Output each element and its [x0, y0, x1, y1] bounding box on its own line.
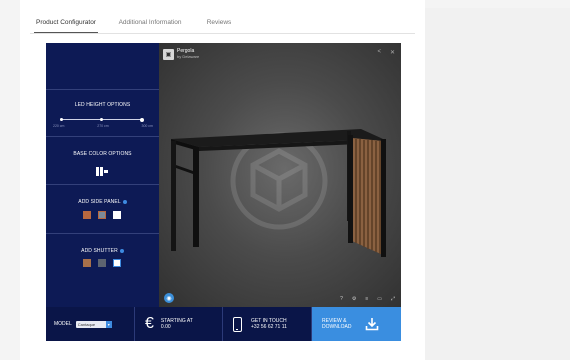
led-height-panel: LED HEIGHT OPTIONS 220 cm 270 cm 300 cm [46, 89, 159, 136]
chevron-down-icon: ▾ [105, 320, 112, 328]
shutter-options: ADD SHUTTER [46, 233, 159, 307]
side-panel-swatch-white[interactable] [113, 211, 121, 219]
euro-icon: € [145, 315, 154, 332]
review-label-line2: DOWNLOAD [322, 324, 352, 330]
right-sidebar [425, 8, 570, 360]
shutter-swatch-wood[interactable] [83, 259, 91, 267]
side-panel-swatch-wood[interactable] [83, 211, 91, 219]
shutter-swatch-grey[interactable] [98, 259, 106, 267]
model-section: MODEL Cantaque ▾ [46, 307, 135, 341]
tab-reviews[interactable]: Reviews [202, 12, 236, 33]
model-select[interactable]: Cantaque ▾ [75, 320, 112, 328]
model-thumbnail: ▣ [163, 48, 174, 60]
slider-stop-2[interactable] [100, 118, 103, 121]
viewer-logo-icon[interactable]: ◉ [164, 293, 174, 303]
product-tabs: Product Configurator Additional Informat… [30, 12, 415, 34]
price-value: 0.00 [160, 324, 171, 330]
led-height-slider[interactable] [60, 117, 144, 122]
bottom-bar: MODEL Cantaque ▾ € STARTING AT 0.00 GET [46, 307, 401, 341]
review-download-button[interactable]: REVIEW & DOWNLOAD [312, 307, 401, 341]
slider-label-2: 270 cm [97, 124, 109, 128]
base-color-icon[interactable] [96, 163, 108, 176]
vr-icon[interactable]: ▭ [377, 296, 382, 302]
slider-handle[interactable] [140, 117, 144, 122]
slider-stop-1[interactable] [60, 118, 63, 121]
help-icon[interactable]: ? [340, 296, 343, 302]
share-icon[interactable]: < [377, 49, 381, 56]
product-page: Product Configurator Additional Informat… [20, 0, 425, 360]
price-section: € STARTING AT 0.00 [135, 307, 223, 341]
info-icon[interactable] [119, 248, 124, 253]
download-icon [366, 318, 379, 331]
shutter-title-row: ADD SHUTTER [46, 248, 159, 254]
close-icon[interactable]: ✕ [390, 49, 395, 56]
info-icon[interactable] [122, 199, 127, 204]
base-color-title: BASE COLOR OPTIONS [73, 151, 132, 157]
phone-icon [233, 316, 242, 332]
slider-label-3: 300 cm [141, 124, 153, 128]
side-panel-title-row: ADD SIDE PANEL [46, 199, 159, 205]
slider-labels: 220 cm 270 cm 300 cm [53, 124, 153, 128]
side-panel-swatch-grey[interactable] [98, 211, 106, 219]
contact-phone: +32 56 62 71 11 [251, 324, 287, 330]
tab-product-configurator[interactable]: Product Configurator [34, 12, 98, 33]
layers-icon[interactable]: ≡ [365, 296, 368, 302]
pergola-render [171, 129, 386, 257]
viewer-subtitle: by Delaware [177, 53, 200, 59]
side-panel-title: ADD SIDE PANEL [78, 199, 121, 205]
price-block: STARTING AT 0.00 [161, 318, 193, 330]
viewer-top-icons: < ✕ [377, 49, 395, 56]
contact-block: GET IN TOUCH +32 56 62 71 11 [251, 318, 287, 330]
fullscreen-icon[interactable]: ⤢ [391, 296, 395, 302]
tab-additional-information[interactable]: Additional Information [114, 12, 186, 33]
slider-label-1: 220 cm [53, 124, 65, 128]
review-block: REVIEW & DOWNLOAD [322, 318, 351, 330]
viewer-header: ▣ Pergola by Delaware [163, 47, 199, 61]
model-label: MODEL [54, 321, 72, 327]
shutter-swatch-white[interactable] [113, 259, 121, 267]
viewer-titles: Pergola by Delaware [177, 49, 199, 59]
led-height-title: LED HEIGHT OPTIONS [74, 102, 131, 108]
settings-icon[interactable]: ⚙ [352, 296, 356, 302]
product-configurator: LED HEIGHT OPTIONS 220 cm 270 cm 300 cm … [46, 43, 401, 341]
base-color-panel: BASE COLOR OPTIONS [46, 136, 159, 184]
model-value: Cantaque [77, 321, 96, 327]
shutter-title: ADD SHUTTER [81, 248, 118, 254]
viewer-controls: ? ⚙ ≡ ▭ ⤢ [340, 296, 395, 302]
3d-viewer[interactable]: ▣ Pergola by Delaware < ✕ ◉ ? ⚙ ≡ ▭ ⤢ [159, 43, 401, 307]
contact-section[interactable]: GET IN TOUCH +32 56 62 71 11 [223, 307, 312, 341]
side-panel-options: ADD SIDE PANEL [46, 184, 159, 233]
